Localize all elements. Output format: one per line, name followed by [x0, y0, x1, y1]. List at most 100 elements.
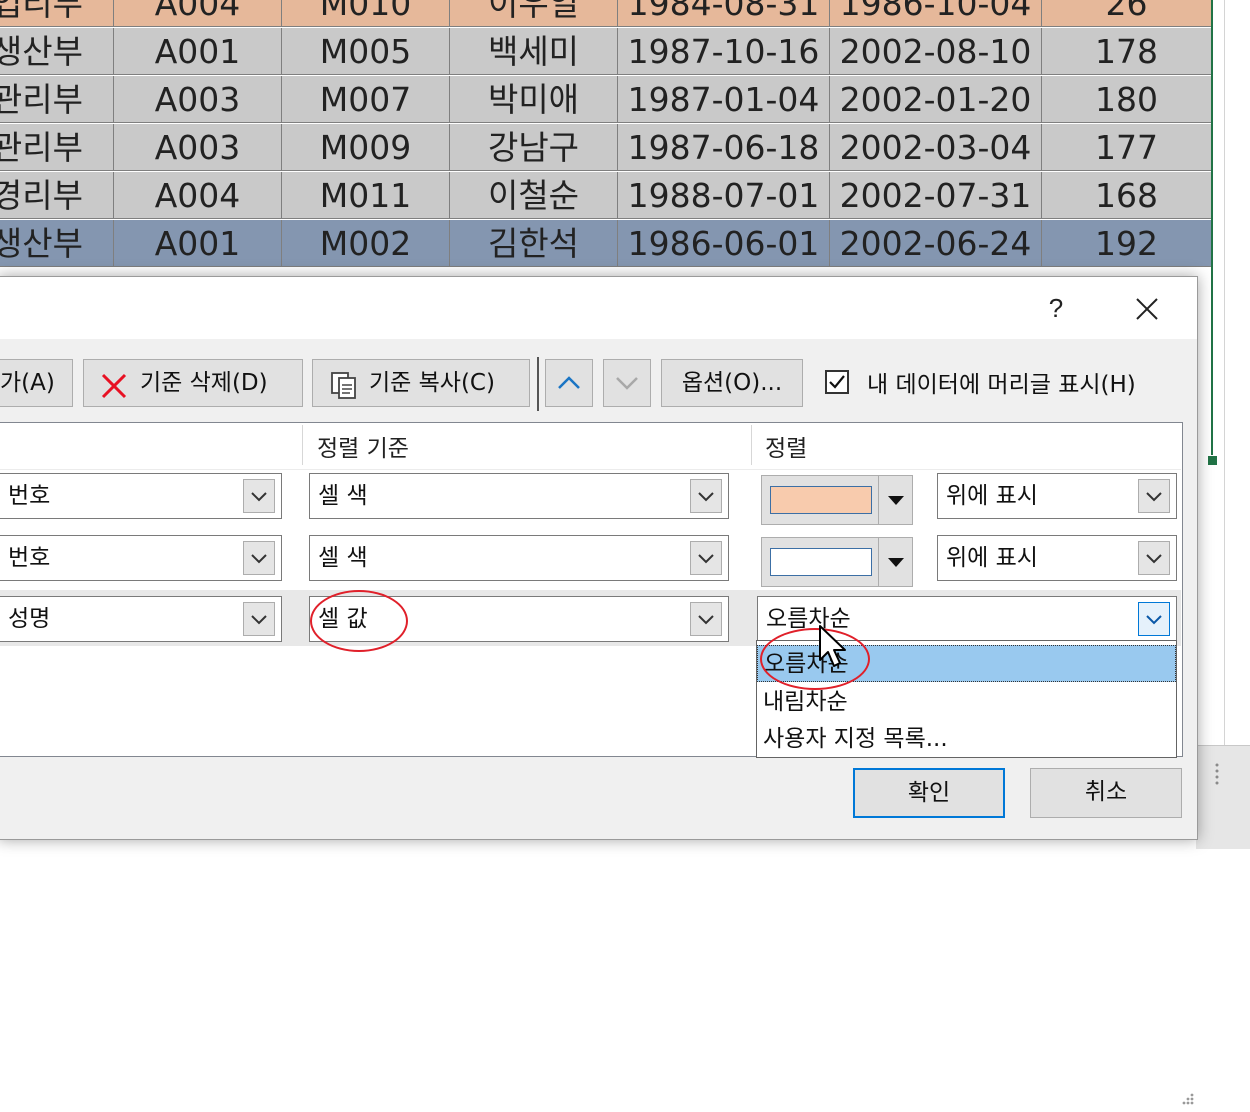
- chevron-up-icon: [558, 376, 580, 389]
- header-checkbox[interactable]: [825, 370, 849, 394]
- sort-on-select-level-3[interactable]: 셀 값: [309, 596, 729, 642]
- dropdown-button[interactable]: [1138, 541, 1170, 575]
- order-select-level-1[interactable]: 위에 표시: [937, 473, 1177, 519]
- cell-name[interactable]: 백세미: [450, 28, 618, 75]
- dropdown-button[interactable]: [690, 602, 722, 636]
- column-select-level-1[interactable]: 번호: [0, 473, 282, 519]
- cell-code[interactable]: A004: [114, 172, 282, 219]
- chevron-down-icon: [1146, 492, 1162, 502]
- option-custom-list[interactable]: 사용자 지정 목록...: [757, 721, 1176, 758]
- cell-number[interactable]: 168: [1042, 172, 1212, 219]
- cell-birthdate[interactable]: 1987-10-16: [618, 28, 830, 75]
- cell-code[interactable]: A001: [114, 28, 282, 75]
- cell-name[interactable]: 이우일: [450, 0, 618, 27]
- cell-birthdate[interactable]: 1987-01-04: [618, 76, 830, 123]
- cell-code[interactable]: A003: [114, 124, 282, 171]
- splitter-grip-icon[interactable]: [1213, 762, 1221, 785]
- cell-hiredate[interactable]: 1986-10-04: [830, 0, 1042, 27]
- cell-department[interactable]: 관리부: [0, 76, 114, 123]
- table-row[interactable]: 관리부 A003 M009 강남구 1987-06-18 2002-03-04 …: [0, 124, 1212, 172]
- table-row[interactable]: 생산부 A001 M002 김한석 1986-06-01 2002-06-24 …: [0, 220, 1212, 268]
- status-bar: [1196, 745, 1250, 849]
- copy-icon: [329, 370, 359, 406]
- dropdown-button[interactable]: [243, 541, 275, 575]
- cell-birthdate[interactable]: 1987-06-18: [618, 124, 830, 171]
- cell-number[interactable]: 192: [1042, 220, 1212, 267]
- cancel-button[interactable]: 취소: [1030, 768, 1182, 818]
- order-select-level-2[interactable]: 위에 표시: [937, 535, 1177, 581]
- add-level-button[interactable]: 가(A): [0, 359, 73, 407]
- dialog-title-bar: ?: [0, 277, 1197, 339]
- cell-number[interactable]: 26: [1042, 0, 1212, 27]
- cell-number[interactable]: 178: [1042, 28, 1212, 75]
- divider: [878, 476, 879, 524]
- cell-name[interactable]: 김한석: [450, 220, 618, 267]
- order-value: 위에 표시: [946, 545, 1038, 571]
- cell-name[interactable]: 이철순: [450, 172, 618, 219]
- move-up-button[interactable]: [545, 359, 593, 407]
- column-separator: [751, 425, 752, 465]
- table-row[interactable]: 영업리부 A004 M010 이우일 1984-08-31 1986-10-04…: [0, 0, 1212, 28]
- fill-handle[interactable]: [1207, 455, 1218, 466]
- cell-code[interactable]: A004: [114, 0, 282, 27]
- dropdown-button[interactable]: [243, 479, 275, 513]
- cell-birthdate[interactable]: 1986-06-01: [618, 220, 830, 267]
- cell-department[interactable]: 영업리부: [0, 0, 114, 27]
- dropdown-triangle-icon: [888, 558, 904, 567]
- dropdown-button[interactable]: [690, 541, 722, 575]
- cell-id[interactable]: M005: [282, 28, 450, 75]
- cell-number[interactable]: 180: [1042, 76, 1212, 123]
- cell-id[interactable]: M011: [282, 172, 450, 219]
- column-select-level-3[interactable]: 성명: [0, 596, 282, 642]
- cell-hiredate[interactable]: 2002-07-31: [830, 172, 1042, 219]
- cell-id[interactable]: M010: [282, 0, 450, 27]
- copy-level-button[interactable]: 기준 복사(C): [312, 359, 530, 407]
- cell-department[interactable]: 관리부: [0, 124, 114, 171]
- color-swatch: [770, 486, 872, 514]
- dropdown-button[interactable]: [690, 479, 722, 513]
- cell-birthdate[interactable]: 1984-08-31: [618, 0, 830, 27]
- header-checkbox-label[interactable]: 내 데이터에 머리글 표시(H): [867, 365, 1136, 399]
- help-button[interactable]: ?: [1041, 291, 1071, 325]
- cell-hiredate[interactable]: 2002-01-20: [830, 76, 1042, 123]
- cell-hiredate[interactable]: 2002-06-24: [830, 220, 1042, 267]
- options-button[interactable]: 옵션(O)...: [661, 359, 803, 407]
- table-row[interactable]: 생산부 A001 M005 백세미 1987-10-16 2002-08-10 …: [0, 28, 1212, 76]
- table-row[interactable]: 관리부 A003 M007 박미애 1987-01-04 2002-01-20 …: [0, 76, 1212, 124]
- cell-department[interactable]: 경리부: [0, 172, 114, 219]
- sort-on-select-level-2[interactable]: 셀 색: [309, 535, 729, 581]
- cell-name[interactable]: 박미애: [450, 76, 618, 123]
- sort-on-header: 정렬 기준: [317, 436, 409, 462]
- cell-birthdate[interactable]: 1988-07-01: [618, 172, 830, 219]
- close-button[interactable]: [1127, 289, 1167, 329]
- cell-hiredate[interactable]: 2002-08-10: [830, 28, 1042, 75]
- dropdown-button[interactable]: [243, 602, 275, 636]
- dropdown-button[interactable]: [1138, 602, 1170, 636]
- toolbar-separator: [537, 357, 539, 411]
- cell-name[interactable]: 강남구: [450, 124, 618, 171]
- sort-on-select-level-1[interactable]: 셀 색: [309, 473, 729, 519]
- sheet-empty-column: [1214, 0, 1250, 848]
- cell-id[interactable]: M007: [282, 76, 450, 123]
- cell-id[interactable]: M002: [282, 220, 450, 267]
- color-picker-level-2[interactable]: [761, 537, 913, 587]
- ok-button[interactable]: 확인: [853, 768, 1005, 818]
- column-select-value: 번호: [8, 483, 51, 509]
- cell-number[interactable]: 177: [1042, 124, 1212, 171]
- cell-id[interactable]: M009: [282, 124, 450, 171]
- cell-code[interactable]: A003: [114, 76, 282, 123]
- cell-department[interactable]: 생산부: [0, 28, 114, 75]
- move-down-button[interactable]: [603, 359, 651, 407]
- cell-hiredate[interactable]: 2002-03-04: [830, 124, 1042, 171]
- cell-code[interactable]: A001: [114, 220, 282, 267]
- cell-department[interactable]: 생산부: [0, 220, 114, 267]
- dropdown-button[interactable]: [1138, 479, 1170, 513]
- color-picker-level-1[interactable]: [761, 475, 913, 525]
- table-row[interactable]: 경리부 A004 M011 이철순 1988-07-01 2002-07-31 …: [0, 172, 1212, 220]
- resize-grip-icon[interactable]: [1177, 1089, 1195, 1107]
- column-select-level-2[interactable]: 번호: [0, 535, 282, 581]
- option-descending[interactable]: 내림차순: [757, 684, 1176, 721]
- add-level-label: 가(A): [0, 370, 55, 396]
- order-header: 정렬: [765, 436, 808, 462]
- delete-level-button[interactable]: 기준 삭제(D): [83, 359, 303, 407]
